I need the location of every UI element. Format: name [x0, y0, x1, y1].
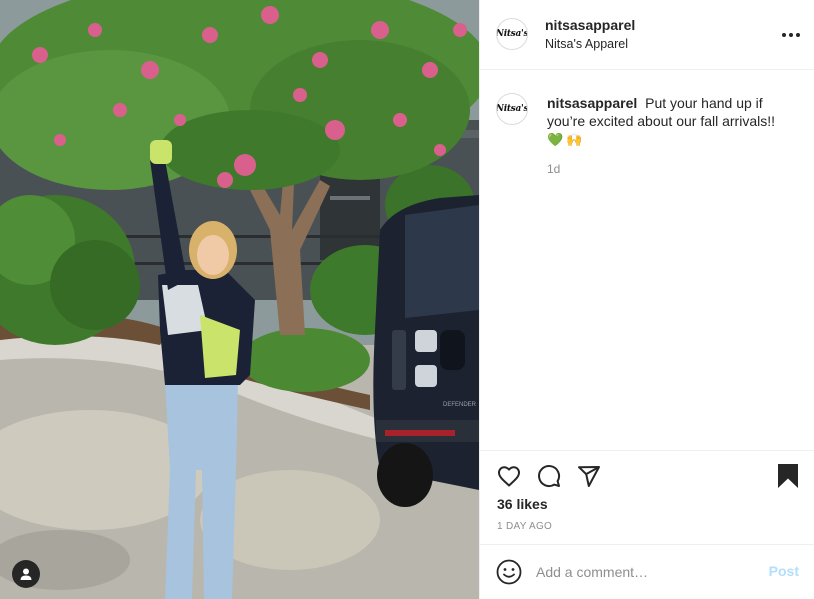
comment-input[interactable]	[536, 560, 756, 584]
avatar-logo: Nitsa's	[496, 104, 528, 114]
avatar[interactable]: Nitsa's	[496, 18, 528, 50]
caption-timestamp[interactable]: 1d	[547, 162, 560, 176]
header-username[interactable]: nitsasapparel	[545, 17, 635, 33]
post-header: Nitsa's nitsasapparel Nitsa's Apparel	[480, 0, 814, 70]
comment-button[interactable]	[536, 463, 562, 489]
green-heart-icon: 💚	[547, 132, 564, 147]
caption-avatar[interactable]: Nitsa's	[496, 93, 528, 125]
avatar-logo: Nitsa's	[496, 29, 528, 39]
likes-count[interactable]: 36 likes	[497, 496, 548, 512]
header-subtitle[interactable]: Nitsa's Apparel	[545, 37, 628, 51]
tagged-users-button[interactable]	[12, 560, 40, 588]
share-icon	[578, 466, 600, 487]
user-icon	[19, 567, 33, 581]
more-dot	[789, 33, 793, 37]
post-date[interactable]: 1 DAY AGO	[497, 521, 552, 532]
comments-section: Nitsa's nitsasapparel Put your hand up i…	[480, 71, 814, 449]
save-button[interactable]	[776, 462, 800, 490]
heart-icon	[498, 466, 520, 487]
car-badge: DEFENDER	[443, 402, 477, 408]
like-button[interactable]	[496, 463, 522, 489]
action-bar: 36 likes 1 DAY AGO	[480, 450, 814, 544]
more-options-button[interactable]	[781, 26, 801, 44]
raising-hands-icon: 🙌	[566, 132, 583, 147]
post-side-panel: Nitsa's nitsasapparel Nitsa's Apparel Ni…	[479, 0, 814, 599]
more-dot	[796, 33, 800, 37]
smiley-icon	[496, 559, 522, 585]
caption: nitsasapparel Put your hand up if you’re…	[547, 94, 802, 149]
add-comment-bar: Post	[480, 544, 814, 599]
bookmark-icon	[778, 464, 798, 488]
more-horizontal-icon	[782, 33, 786, 37]
comment-icon	[538, 465, 561, 488]
share-button[interactable]	[576, 463, 602, 489]
post-photo[interactable]: DEFENDER	[0, 0, 479, 599]
post-comment-button[interactable]: Post	[769, 563, 799, 579]
emoji-picker-button[interactable]	[496, 559, 522, 590]
post-image: DEFENDER	[0, 0, 479, 599]
caption-username[interactable]: nitsasapparel	[547, 95, 637, 111]
